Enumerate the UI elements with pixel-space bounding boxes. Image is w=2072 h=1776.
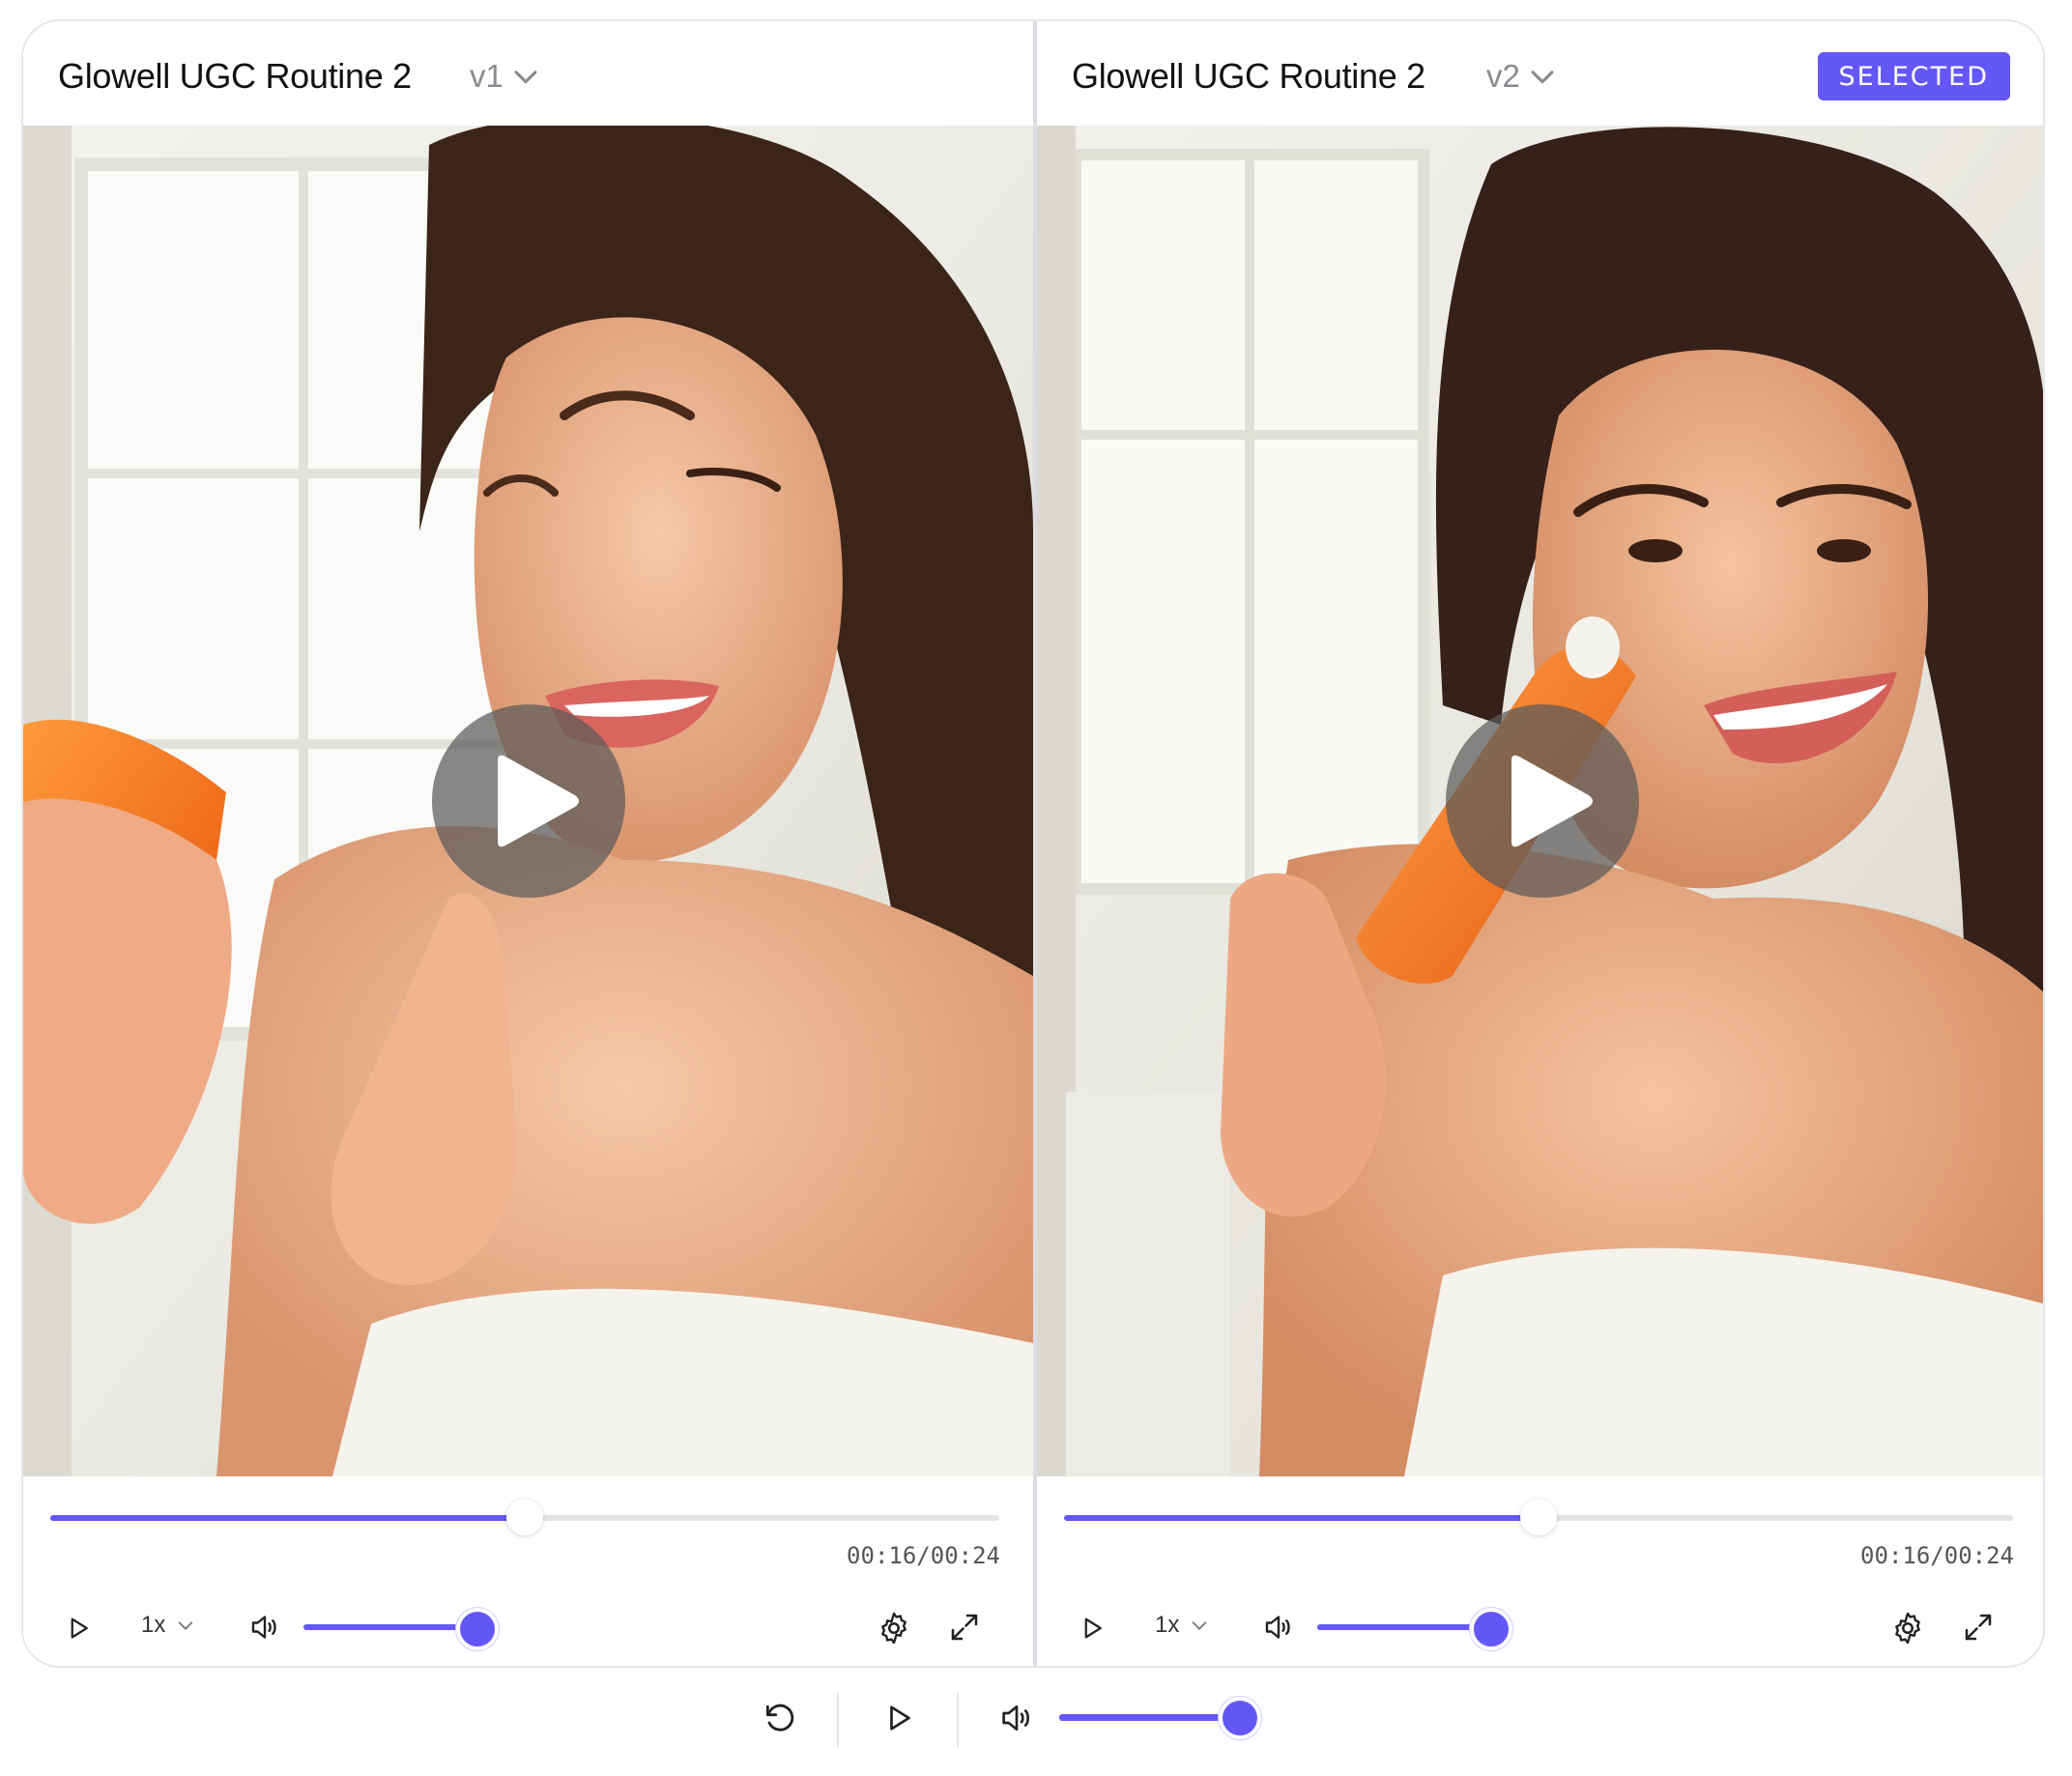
speed-label: 1x (1155, 1612, 1180, 1638)
comparison-frame: Glowell UGC Routine 2 v1 00:16/00:24 1x … (21, 19, 2045, 1668)
volume-icon (251, 1616, 276, 1639)
separator (957, 1693, 959, 1747)
global-volume-handle[interactable] (1219, 1697, 1261, 1739)
global-volume-slider[interactable] (1059, 1714, 1239, 1721)
play-icon (497, 755, 579, 847)
replay-button[interactable] (760, 1699, 798, 1737)
expand-icon (1965, 1614, 1992, 1641)
play-icon (71, 1618, 88, 1639)
chevron-down-icon (179, 1621, 193, 1630)
player-controls: 00:16/00:24 1x (1037, 1476, 2043, 1666)
progress-fill (1064, 1515, 1539, 1521)
progress-handle[interactable] (1520, 1499, 1557, 1535)
fullscreen-button[interactable] (1961, 1610, 1996, 1645)
global-controls (0, 1668, 2072, 1776)
panel-header: Glowell UGC Routine 2 v2 SELECTED (1037, 21, 2043, 126)
control-row: 1x (23, 1600, 1033, 1654)
expand-icon (951, 1614, 978, 1641)
time-readout: 00:16/00:24 (847, 1542, 1000, 1569)
chevron-down-icon (1193, 1621, 1207, 1630)
play-icon (1084, 1618, 1102, 1639)
play-icon (890, 1705, 910, 1731)
volume-icon (1002, 1705, 1029, 1731)
version-label: v1 (470, 58, 504, 94)
speed-dropdown[interactable]: 1x (1155, 1612, 1210, 1639)
play-button[interactable] (1078, 1614, 1107, 1643)
progress-bar[interactable] (1064, 1499, 2013, 1535)
volume-slider[interactable] (1317, 1624, 1486, 1630)
selected-badge[interactable]: SELECTED (1817, 52, 2010, 100)
separator (837, 1693, 839, 1747)
progress-fill (50, 1515, 525, 1521)
video-title: Glowell UGC Routine 2 (1072, 56, 1425, 96)
panel-header: Glowell UGC Routine 2 v1 (23, 21, 1033, 126)
volume-icon (1265, 1616, 1290, 1639)
video-player[interactable] (23, 126, 1033, 1476)
video-panel-v1: Glowell UGC Routine 2 v1 00:16/00:24 1x (23, 21, 1033, 1666)
player-controls: 00:16/00:24 1x (23, 1476, 1033, 1666)
version-dropdown[interactable]: v1 (470, 58, 542, 95)
video-title: Glowell UGC Routine 2 (58, 56, 412, 96)
chevron-down-icon (514, 71, 537, 84)
version-label: v2 (1486, 58, 1520, 94)
play-overlay-button[interactable] (1445, 704, 1639, 898)
settings-button[interactable] (876, 1610, 912, 1647)
chevron-down-icon (1531, 71, 1554, 84)
time-readout: 00:16/00:24 (1860, 1542, 2014, 1569)
control-row: 1x (1037, 1600, 2043, 1654)
play-icon (1511, 755, 1593, 847)
volume-handle[interactable] (1470, 1608, 1512, 1650)
video-player[interactable] (1037, 126, 2043, 1476)
gear-icon (881, 1612, 906, 1645)
speed-dropdown[interactable]: 1x (141, 1612, 196, 1639)
settings-button[interactable] (1889, 1610, 1926, 1647)
gear-icon (1895, 1612, 1920, 1645)
volume-button[interactable] (1261, 1610, 1296, 1645)
speed-label: 1x (141, 1612, 166, 1638)
progress-handle[interactable] (506, 1499, 543, 1535)
version-dropdown[interactable]: v2 (1486, 58, 1559, 95)
play-button[interactable] (64, 1614, 93, 1643)
global-volume-button[interactable] (997, 1699, 1036, 1737)
volume-handle[interactable] (456, 1608, 499, 1650)
fullscreen-button[interactable] (947, 1610, 982, 1645)
play-overlay-button[interactable] (431, 704, 625, 898)
video-panel-v2: Glowell UGC Routine 2 v2 SELECTED 00:16/… (1037, 21, 2043, 1666)
global-play-button[interactable] (881, 1701, 916, 1735)
progress-bar[interactable] (50, 1499, 999, 1535)
volume-button[interactable] (247, 1610, 282, 1645)
replay-icon (765, 1704, 794, 1732)
volume-slider[interactable] (303, 1624, 473, 1630)
